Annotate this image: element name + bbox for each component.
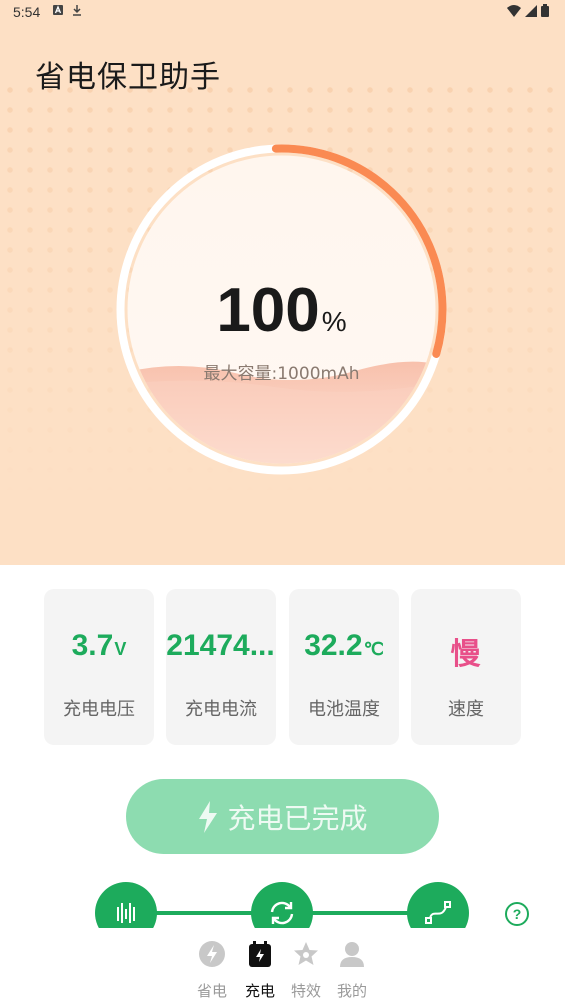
stat-value: 3.7V	[44, 629, 154, 663]
wifi-icon	[507, 4, 521, 17]
bottom-tab-bar: 省电 充电 特效 我的	[190, 938, 380, 1000]
stat-number: 32.2	[304, 629, 363, 662]
status-icons	[507, 4, 549, 17]
step-continuous-charge[interactable]	[251, 882, 313, 928]
stat-value: 21474...	[166, 629, 276, 663]
battery-status-icon	[541, 4, 549, 17]
tab-label: 我的	[336, 982, 367, 1000]
stat-label: 电池温度	[308, 699, 380, 720]
curve-icon	[425, 901, 451, 924]
charge-button-label: 充电已完成	[227, 801, 368, 835]
stat-number: 3.7	[71, 629, 114, 662]
refresh-icon	[270, 901, 294, 925]
bars-icon	[117, 903, 135, 923]
help-symbol: ?	[512, 906, 522, 922]
charge-steps	[95, 882, 475, 928]
tab-label: 省电	[196, 982, 227, 1000]
battery-icon	[249, 941, 271, 967]
stat-label: 充电电压	[63, 699, 135, 720]
stat-number: 慢	[450, 638, 481, 671]
bolt-icon	[199, 941, 225, 967]
lightning-icon	[199, 800, 218, 833]
help-icon[interactable]: ?	[505, 902, 529, 926]
star-icon	[294, 942, 318, 965]
stat-label: 充电电流	[185, 699, 257, 720]
tab-save-power[interactable]: 省电	[190, 938, 234, 1000]
download-icon	[73, 5, 81, 16]
status-time: 5:54	[13, 4, 41, 20]
battery-capacity: 最大容量:1000mAh	[203, 364, 360, 384]
stat-card-speed: 慢 速度	[411, 589, 521, 745]
signal-icon	[525, 4, 537, 17]
stat-number: 21474...	[166, 629, 275, 662]
charge-complete-button[interactable]: 充电已完成	[126, 779, 439, 854]
stat-value: 慢	[411, 629, 521, 673]
tab-charge[interactable]: 充电	[238, 938, 282, 1000]
stat-unit: V	[114, 639, 127, 659]
tab-label: 特效	[290, 982, 321, 1000]
stat-card-voltage: 3.7V 充电电压	[44, 589, 154, 745]
stat-unit: ℃	[363, 639, 384, 659]
battery-percent: 100%	[115, 275, 448, 346]
stat-card-current: 21474... 充电电流	[166, 589, 276, 745]
stats-cards: 3.7V 充电电压 21474... 充电电流 32.2℃ 电池温度 慢 速度	[44, 589, 522, 745]
tab-label: 充电	[244, 982, 275, 1000]
percent-unit: %	[321, 306, 347, 337]
app-title: 省电保卫助手	[35, 60, 221, 95]
stat-value: 32.2℃	[289, 629, 399, 663]
battery-gauge: 100% 最大容量:1000mAh	[115, 143, 448, 476]
stat-label: 速度	[448, 699, 484, 720]
tab-profile[interactable]: 我的	[330, 938, 374, 1000]
step-fast-charge[interactable]	[95, 882, 157, 928]
status-bar: 5:54	[0, 0, 565, 24]
notification-a-icon	[53, 5, 63, 15]
step-trickle-charge[interactable]	[407, 882, 469, 928]
stat-card-temperature: 32.2℃ 电池温度	[289, 589, 399, 745]
tab-effects[interactable]: 特效	[284, 938, 328, 1000]
percent-value: 100	[216, 276, 320, 345]
user-icon	[340, 942, 364, 967]
